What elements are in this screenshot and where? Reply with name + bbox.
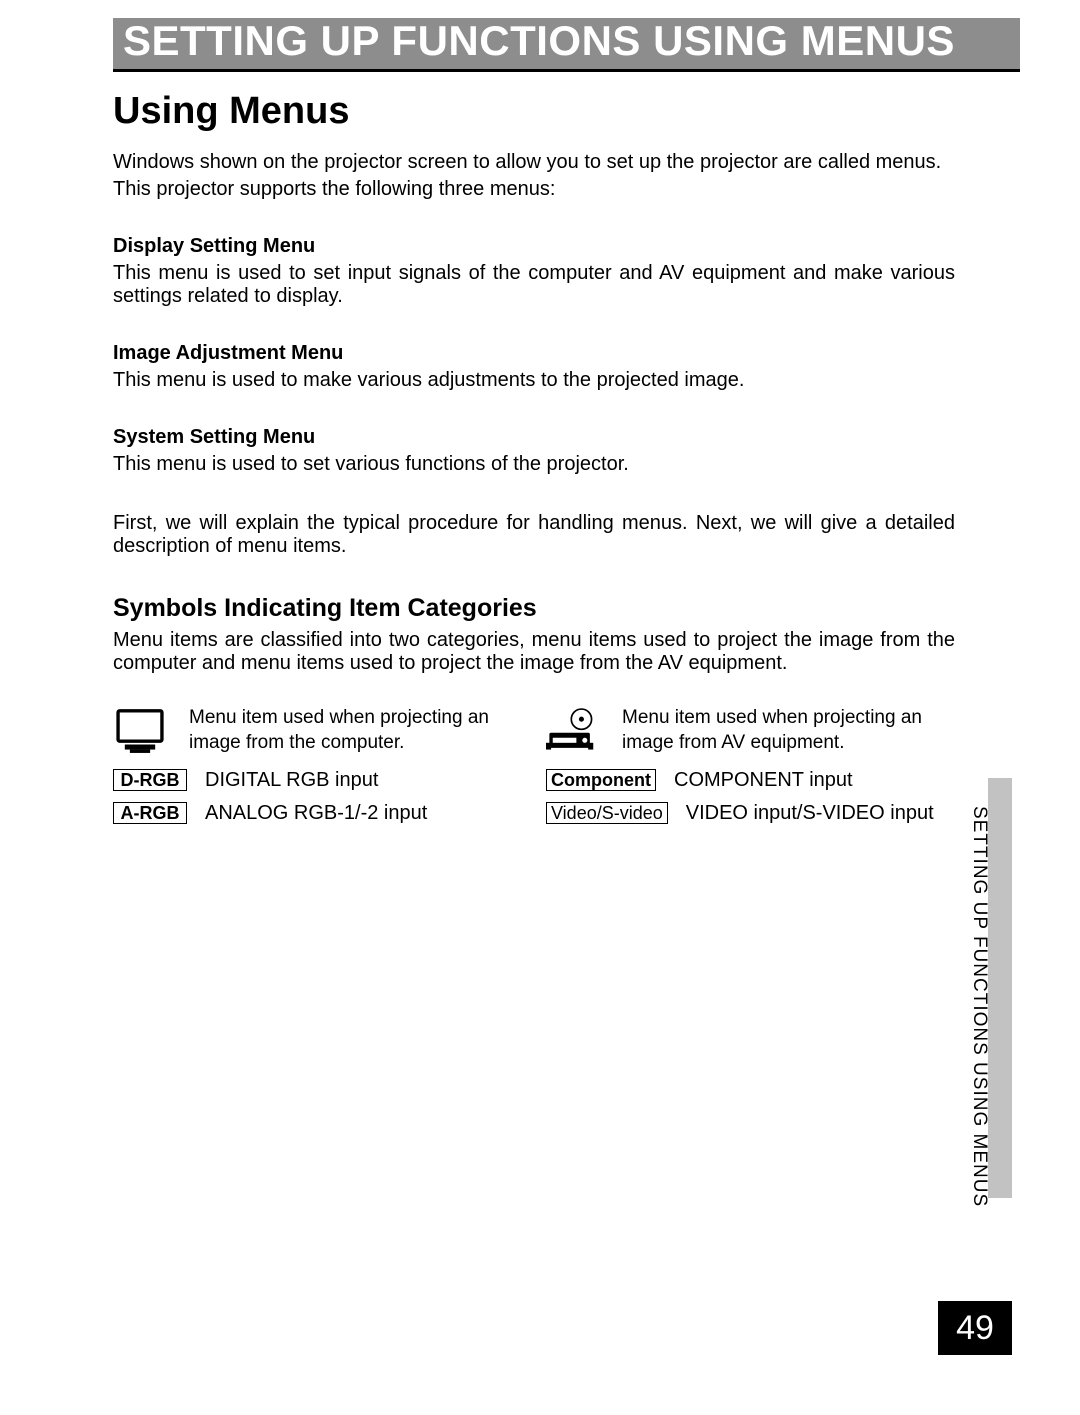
symbols-left-column: Menu item used when projecting an image …: [113, 703, 522, 825]
intro-paragraph-2: This projector supports the following th…: [113, 178, 955, 201]
page-number: 49: [938, 1301, 1012, 1355]
label-row: A-RGB ANALOG RGB-1/-2 input: [113, 802, 522, 825]
followup-paragraph: First, we will explain the typical proce…: [113, 512, 955, 558]
d-rgb-text: DIGITAL RGB input: [205, 769, 378, 792]
menu-description: This menu is used to make various adjust…: [113, 369, 955, 392]
a-rgb-text: ANALOG RGB-1/-2 input: [205, 802, 427, 825]
menu-block-display: Display Setting Menu This menu is used t…: [113, 235, 955, 308]
side-section-label: SETTING UP FUNCTIONS USING MENUS: [968, 806, 990, 1207]
menu-description: This menu is used to set various functio…: [113, 453, 955, 476]
symbols-right-column: Menu item used when projecting an image …: [546, 703, 955, 825]
av-equipment-icon: [546, 703, 600, 759]
component-label: Component: [546, 769, 656, 791]
video-svideo-text: VIDEO input/S-VIDEO input: [686, 802, 934, 825]
component-text: COMPONENT input: [674, 769, 853, 792]
computer-monitor-icon: [113, 703, 167, 759]
computer-symbol-text: Menu item used when projecting an image …: [189, 706, 522, 755]
label-row: Component COMPONENT input: [546, 769, 955, 792]
main-content: Using Menus Windows shown on the project…: [113, 90, 955, 825]
menu-block-image: Image Adjustment Menu This menu is used …: [113, 342, 955, 392]
chapter-title: SETTING UP FUNCTIONS USING MENUS: [123, 17, 955, 64]
subsection-description: Menu items are classified into two categ…: [113, 629, 955, 675]
menu-heading: System Setting Menu: [113, 426, 955, 449]
computer-symbol-row: Menu item used when projecting an image …: [113, 703, 522, 759]
video-svideo-label: Video/S-video: [546, 802, 668, 824]
label-row: Video/S-video VIDEO input/S-VIDEO input: [546, 802, 955, 825]
menu-heading: Image Adjustment Menu: [113, 342, 955, 365]
av-symbol-text: Menu item used when projecting an image …: [622, 706, 955, 755]
label-row: D-RGB DIGITAL RGB input: [113, 769, 522, 792]
side-tab-decoration: [988, 778, 1012, 1198]
d-rgb-label: D-RGB: [113, 769, 187, 791]
a-rgb-label: A-RGB: [113, 802, 187, 824]
section-title: Using Menus: [113, 90, 955, 133]
menu-heading: Display Setting Menu: [113, 235, 955, 258]
intro-paragraph-1: Windows shown on the projector screen to…: [113, 151, 955, 174]
chapter-header: SETTING UP FUNCTIONS USING MENUS: [113, 18, 1020, 72]
menu-description: This menu is used to set input signals o…: [113, 262, 955, 308]
subsection-title: Symbols Indicating Item Categories: [113, 594, 955, 623]
symbols-row: Menu item used when projecting an image …: [113, 703, 955, 825]
menu-block-system: System Setting Menu This menu is used to…: [113, 426, 955, 476]
av-symbol-row: Menu item used when projecting an image …: [546, 703, 955, 759]
